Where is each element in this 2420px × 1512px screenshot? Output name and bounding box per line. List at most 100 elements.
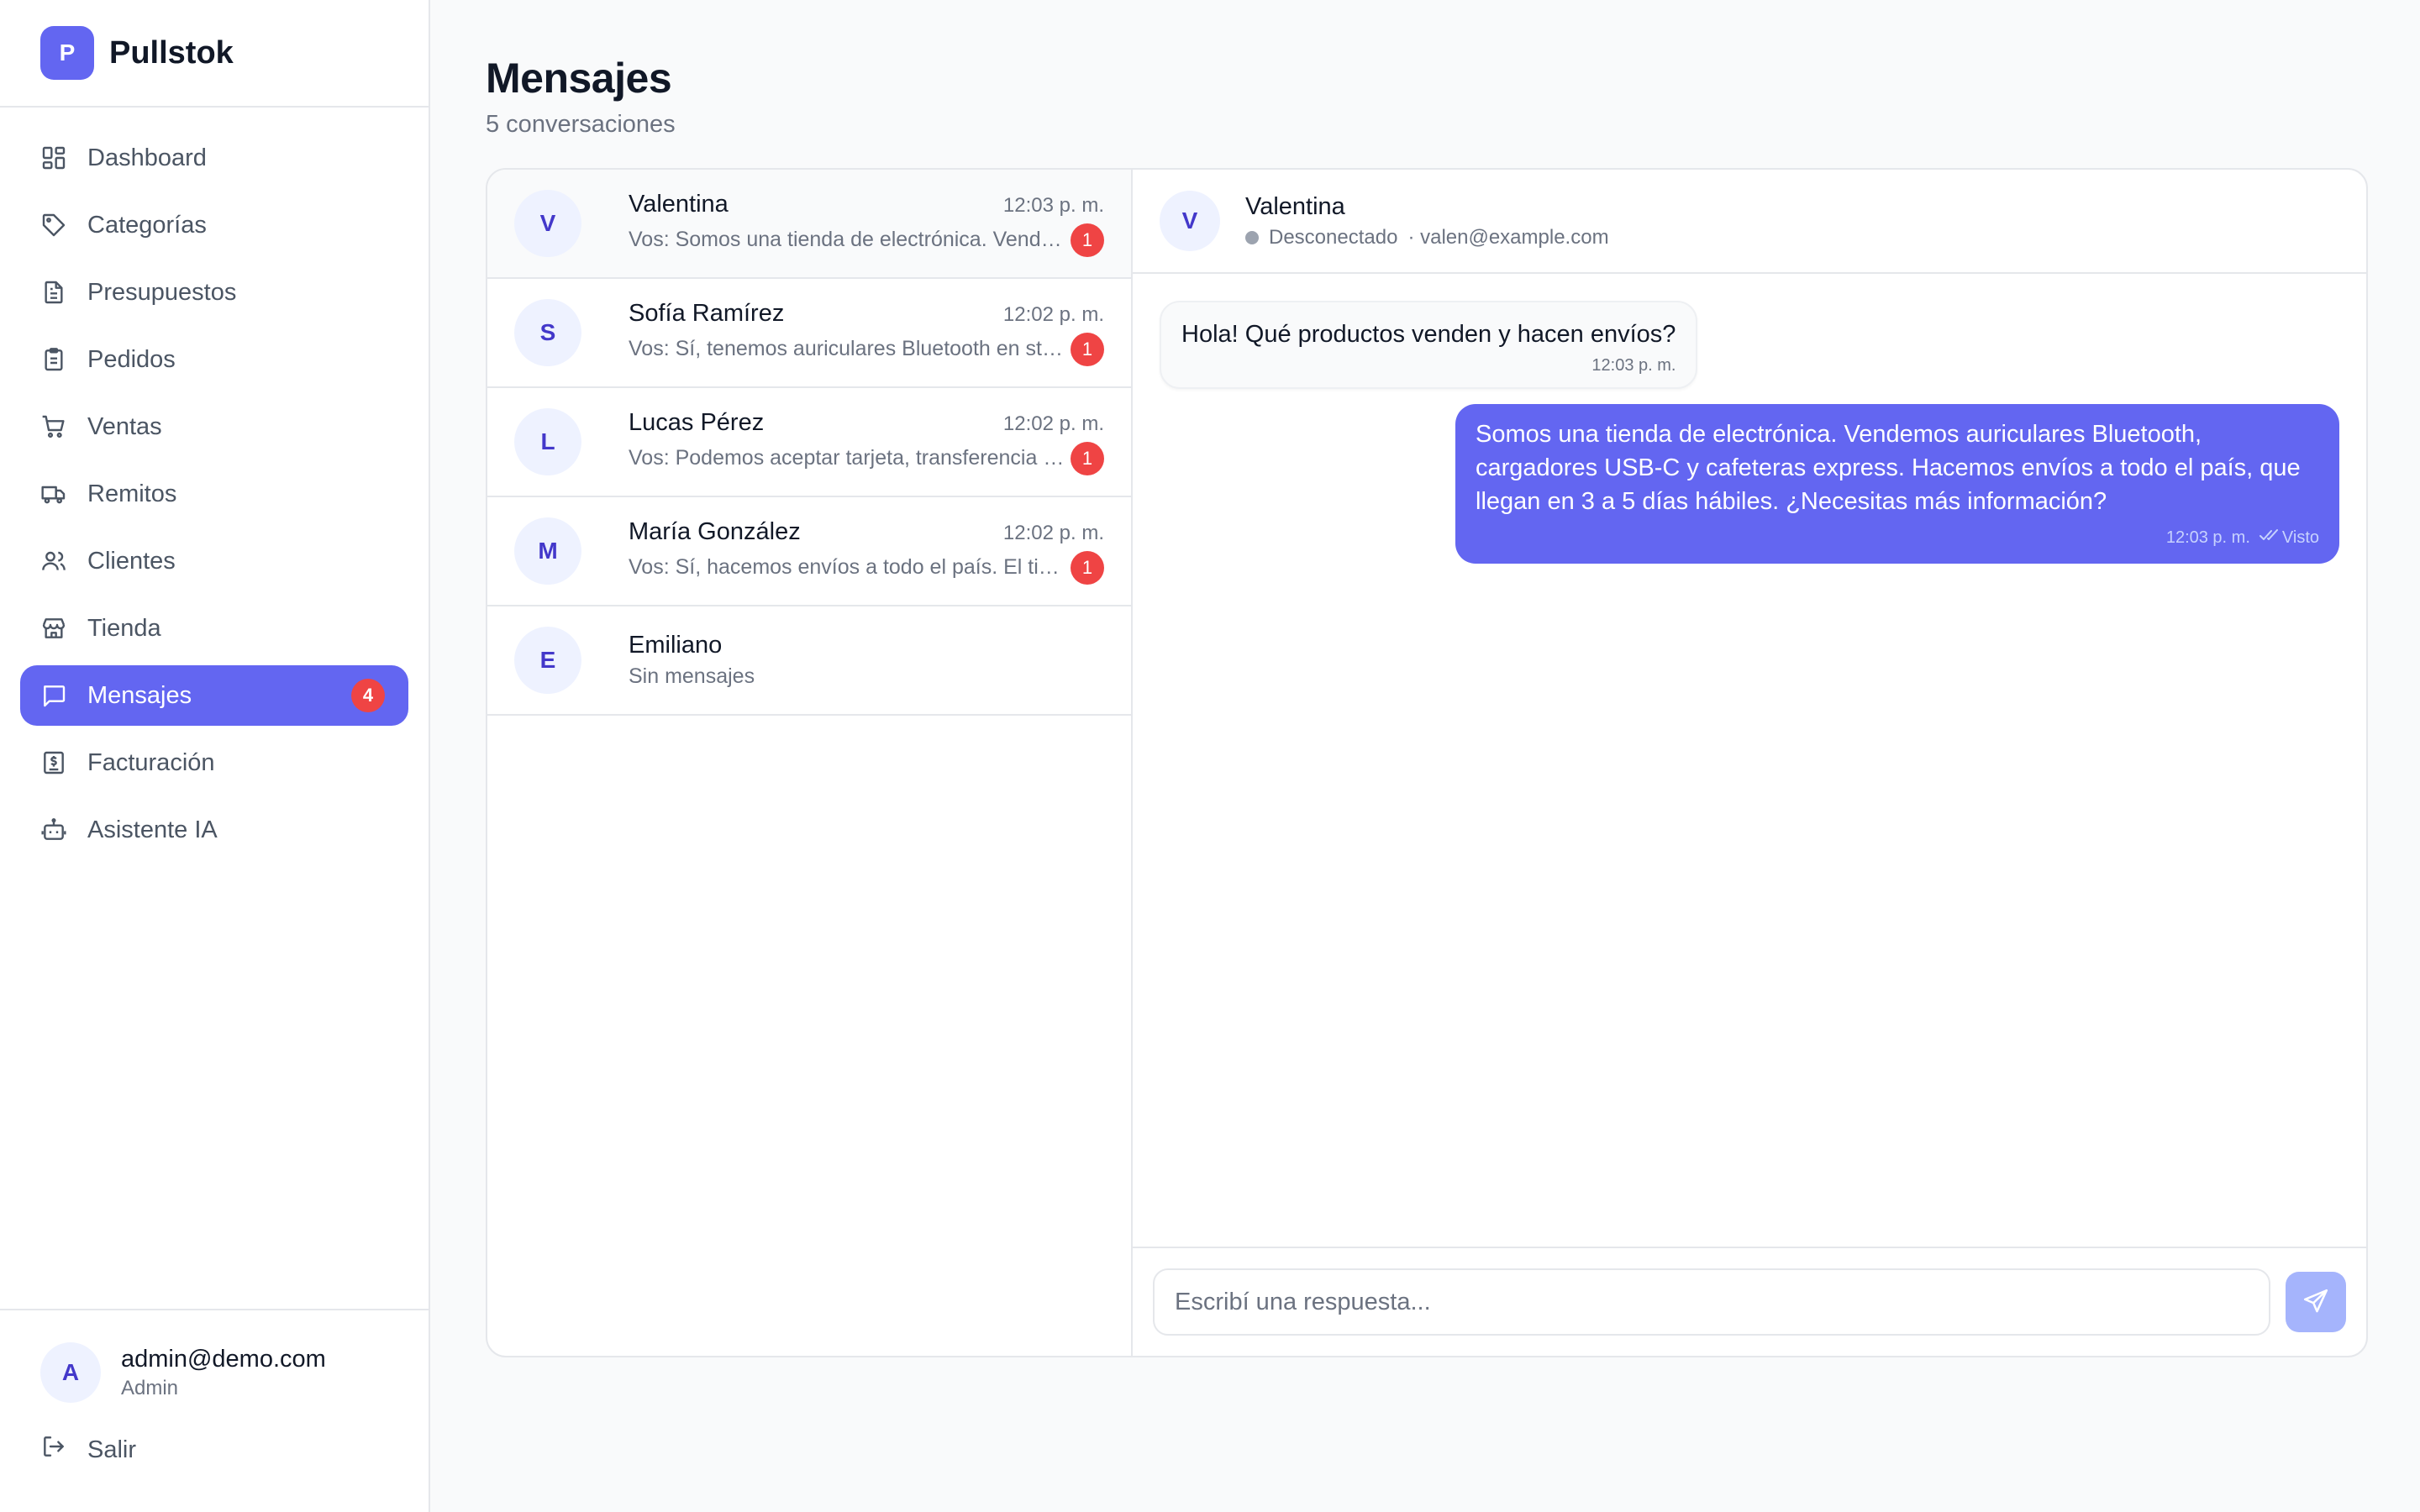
- main-nav: Dashboard Categorías Presupuestos Pedido…: [0, 108, 429, 860]
- conversation-preview: Vos: Sí, hacemos envíos a todo el país. …: [629, 555, 1071, 579]
- nav-label: Asistente IA: [87, 816, 218, 843]
- unread-badge: 1: [1071, 332, 1104, 366]
- outgoing-message: Somos una tienda de electrónica. Vendemo…: [1455, 404, 2339, 564]
- nav-label: Presupuestos: [87, 278, 237, 306]
- messages-panel: V Valentina 12:03 p. m. Vos: Somos una t…: [486, 168, 2368, 1357]
- users-icon: [40, 548, 67, 575]
- clipboard-icon: [40, 346, 67, 373]
- main-content: Mensajes 5 conversaciones V Valentina 12…: [486, 0, 2368, 1357]
- chat-contact-name: Valentina: [1245, 192, 1345, 220]
- avatar: S: [514, 299, 581, 366]
- conversation-preview: Vos: Somos una tienda de electrónica. Ve…: [629, 228, 1071, 251]
- truck-icon: [40, 480, 67, 507]
- nav-label: Categorías: [87, 211, 207, 239]
- chat-area: V Valentina Desconectado · valen@example…: [1133, 170, 2366, 1356]
- invoice-icon: [40, 749, 67, 776]
- page-title: Mensajes: [486, 55, 672, 102]
- conversation-preview: Vos: Podemos aceptar tarjeta, transferen…: [629, 446, 1071, 470]
- unread-badge: 1: [1071, 223, 1104, 257]
- nav-item-facturacion[interactable]: Facturación: [20, 732, 408, 793]
- avatar: E: [514, 627, 581, 694]
- incoming-message: Hola! Qué productos venden y hacen envío…: [1160, 301, 1698, 389]
- conversation-body: María González 12:02 p. m. Vos: Sí, hace…: [629, 518, 1104, 585]
- send-icon: [2302, 1287, 2330, 1318]
- conversation-time: 12:02 p. m.: [1002, 521, 1104, 544]
- avatar: V: [1160, 191, 1220, 251]
- user-email: admin@demo.com: [121, 1345, 326, 1373]
- message-time: 12:03 p. m.: [2165, 528, 2250, 547]
- sidebar-footer: A admin@demo.com Admin Salir: [0, 1309, 429, 1512]
- conversation-name: Emiliano: [629, 632, 723, 659]
- conversation-item[interactable]: V Valentina 12:03 p. m. Vos: Somos una t…: [487, 170, 1131, 279]
- cart-icon: [40, 413, 67, 440]
- nav-label: Facturación: [87, 748, 215, 776]
- nav-label: Dashboard: [87, 144, 207, 171]
- message-time: 12:03 p. m.: [1591, 356, 1676, 375]
- nav-item-asistente-ia[interactable]: Asistente IA: [20, 800, 408, 860]
- nav-item-ventas[interactable]: Ventas: [20, 396, 408, 457]
- avatar: L: [514, 408, 581, 475]
- message-thread: Hola! Qué productos venden y hacen envío…: [1133, 274, 2366, 591]
- store-icon: [40, 615, 67, 642]
- user-role: Admin: [121, 1376, 179, 1399]
- brand[interactable]: P Pullstok: [0, 0, 429, 108]
- send-button[interactable]: [2286, 1272, 2346, 1332]
- conversation-body: Emiliano Sin mensajes: [629, 632, 1104, 689]
- conversation-body: Valentina 12:03 p. m. Vos: Somos una tie…: [629, 191, 1104, 257]
- contact-email: · valen@example.com: [1407, 225, 1609, 249]
- message-composer: [1133, 1247, 2366, 1356]
- nav-label: Ventas: [87, 412, 162, 440]
- seen-status: Visto: [2281, 528, 2319, 547]
- unread-badge: 1: [1071, 550, 1104, 585]
- conversation-list: V Valentina 12:03 p. m. Vos: Somos una t…: [487, 170, 1133, 1356]
- nav-label: Clientes: [87, 547, 176, 575]
- status-dot-icon: [1245, 230, 1259, 244]
- nav-item-categorias[interactable]: Categorías: [20, 195, 408, 255]
- unread-badge: 1: [1071, 441, 1104, 475]
- user-profile[interactable]: A admin@demo.com Admin: [0, 1310, 429, 1403]
- status-text: Desconectado: [1269, 225, 1398, 249]
- conversation-name: Sofía Ramírez: [629, 299, 785, 327]
- chat-status: Desconectado · valen@example.com: [1245, 226, 1609, 249]
- brand-name: Pullstok: [109, 34, 234, 71]
- nav-item-dashboard[interactable]: Dashboard: [20, 128, 408, 188]
- dashboard-icon: [40, 144, 67, 171]
- conversation-name: María González: [629, 517, 801, 545]
- reply-input[interactable]: [1153, 1268, 2270, 1336]
- conversation-body: Sofía Ramírez 12:02 p. m. Vos: Sí, tenem…: [629, 300, 1104, 366]
- chat-contact-info: Valentina Desconectado · valen@example.c…: [1245, 193, 1609, 249]
- message-icon: [40, 682, 67, 709]
- logout-label: Salir: [87, 1436, 137, 1463]
- message-text: Hola! Qué productos venden y hacen envío…: [1181, 321, 1676, 348]
- conversation-time: 12:02 p. m.: [1002, 412, 1104, 435]
- logout-button[interactable]: Salir: [0, 1403, 429, 1467]
- nav-item-mensajes[interactable]: Mensajes 4: [20, 665, 408, 726]
- message-text: Somos una tienda de electrónica. Vendemo…: [1476, 421, 2301, 515]
- conversation-item[interactable]: M María González 12:02 p. m. Vos: Sí, ha…: [487, 497, 1131, 606]
- conversation-item[interactable]: E Emiliano Sin mensajes: [487, 606, 1131, 716]
- chat-header: V Valentina Desconectado · valen@example…: [1133, 170, 2366, 274]
- nav-item-clientes[interactable]: Clientes: [20, 531, 408, 591]
- page-subtitle: 5 conversaciones: [486, 111, 676, 138]
- brand-logo: P: [40, 26, 94, 80]
- bot-icon: [40, 816, 67, 843]
- avatar: V: [514, 190, 581, 257]
- nav-label: Mensajes: [87, 681, 192, 709]
- nav-item-presupuestos[interactable]: Presupuestos: [20, 262, 408, 323]
- nav-label: Remitos: [87, 480, 177, 507]
- nav-item-pedidos[interactable]: Pedidos: [20, 329, 408, 390]
- nav-label: Tienda: [87, 614, 161, 642]
- conversation-item[interactable]: S Sofía Ramírez 12:02 p. m. Vos: Sí, ten…: [487, 279, 1131, 388]
- conversation-item[interactable]: L Lucas Pérez 12:02 p. m. Vos: Podemos a…: [487, 388, 1131, 497]
- conversation-body: Lucas Pérez 12:02 p. m. Vos: Podemos ace…: [629, 409, 1104, 475]
- conversation-name: Lucas Pérez: [629, 408, 765, 436]
- avatar: M: [514, 517, 581, 585]
- conversation-name: Valentina: [629, 190, 729, 218]
- nav-item-tienda[interactable]: Tienda: [20, 598, 408, 659]
- nav-item-remitos[interactable]: Remitos: [20, 464, 408, 524]
- double-check-icon: [2250, 525, 2282, 550]
- tag-icon: [40, 212, 67, 239]
- conversation-time: 12:02 p. m.: [1002, 302, 1104, 326]
- sidebar: P Pullstok Dashboard Categorías Presupue…: [0, 0, 430, 1512]
- conversation-preview: Vos: Sí, tenemos auriculares Bluetooth e…: [629, 337, 1071, 360]
